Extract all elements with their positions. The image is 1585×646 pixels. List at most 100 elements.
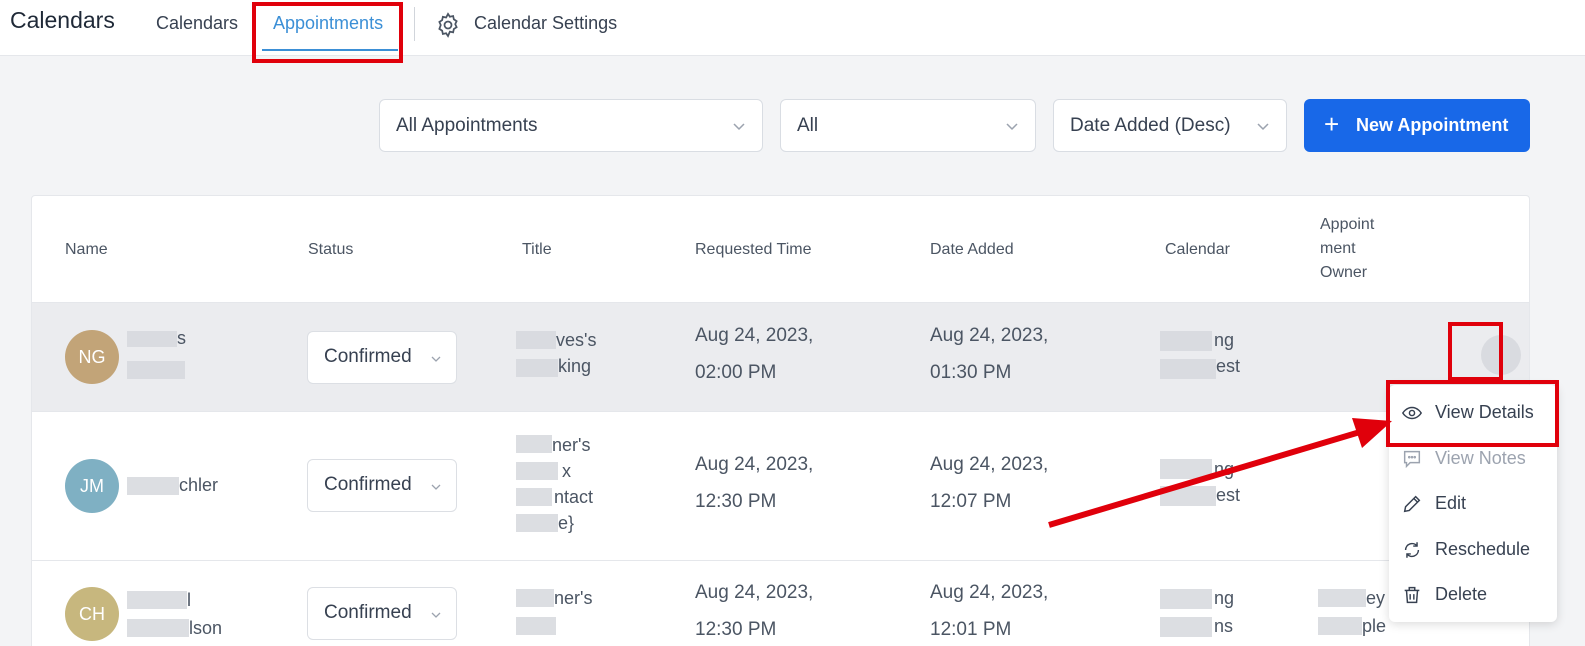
appointments-filter-value: All Appointments [396,115,538,136]
column-header-calendar[interactable]: Calendar [1165,241,1230,259]
requested-time: 12:30 PM [695,619,777,640]
menu-item-reschedule[interactable]: Reschedule [1389,530,1557,570]
date-added-time: 12:07 PM [930,491,1012,512]
avatar-initials: JM [80,476,104,496]
redacted-block [1318,589,1366,607]
title-text: e} [558,513,575,533]
trash-icon [1404,586,1420,604]
redacted-block [516,589,554,607]
calendar-text: est [1216,485,1241,505]
redacted-block [1160,486,1216,506]
redacted-block [1160,617,1212,637]
app-title: Calendars [10,7,115,33]
column-header-status[interactable]: Status [308,241,353,259]
redacted-block [1160,459,1212,479]
annotation-box-actions [1448,322,1503,381]
plus-icon: + [1324,109,1340,139]
column-header-appointment-owner[interactable]: Appoint ment Owner [1320,213,1374,285]
redacted-block [127,331,177,347]
tab-calendars[interactable]: Calendars [156,13,238,34]
refresh-icon [1404,542,1420,558]
chevron-down-icon [1006,123,1018,131]
menu-item-edit[interactable]: Edit [1389,484,1557,524]
tab-calendar-settings[interactable]: Calendar Settings [474,13,617,34]
nav-divider [414,7,415,41]
calendar-text: ng [1214,588,1235,608]
notes-icon [1403,450,1421,469]
title-text: ner's [554,588,593,608]
owner-header-line: Appoint [1320,216,1375,233]
redacted-block [127,619,189,637]
avatar-initials: CH [79,604,105,624]
pencil-icon [1403,495,1421,513]
status-filter-value: All [797,115,819,136]
requested-time: 12:30 PM [695,491,777,512]
chevron-down-icon [431,484,441,490]
avatar-initials: NG [78,347,106,367]
column-header-requested-time[interactable]: Requested Time [695,241,812,259]
date-added-date: Aug 24, 2023, [930,454,1049,475]
status-value: Confirmed [324,474,412,495]
column-header-name[interactable]: Name [65,241,108,259]
chevron-down-icon [1257,123,1269,131]
date-added-date: Aug 24, 2023, [930,582,1049,603]
table-row[interactable]: JM chler Confirmed ner's x ntact e} Aug … [32,411,1529,560]
sort-select[interactable]: Date Added (Desc) [1053,99,1287,152]
sort-value: Date Added (Desc) [1070,115,1231,136]
redacted-block [1160,589,1212,609]
name-text: lson [189,618,223,638]
new-appointment-button[interactable]: + New Appointment [1304,99,1530,152]
requested-date: Aug 24, 2023, [695,325,814,346]
calendar-text: ns [1214,616,1234,636]
chevron-down-icon [733,123,745,131]
date-added-time: 12:01 PM [930,619,1012,640]
avatar: NG [65,330,119,384]
title-text: ntact [554,487,594,507]
menu-item-delete[interactable]: Delete [1389,575,1557,615]
requested-date: Aug 24, 2023, [695,582,814,603]
redacted-block [1318,617,1362,635]
redacted-block [516,331,556,349]
redacted-block [516,359,558,377]
date-added-time: 01:30 PM [930,362,1012,383]
status-value: Confirmed [324,346,412,367]
redacted-block [1160,331,1212,351]
redacted-block [127,591,187,609]
annotation-box-view-details [1386,380,1559,447]
redacted-block [127,477,179,495]
redacted-block [127,361,185,379]
chevron-down-icon [431,612,441,618]
title-text: ves's [556,330,597,350]
avatar: CH [65,587,119,641]
name-text: chler [179,475,219,495]
calendar-text: est [1216,356,1241,376]
table-row[interactable]: CH l lson Confirmed ner's Aug 24, 2023, … [32,560,1529,646]
column-header-title[interactable]: Title [522,241,552,259]
column-header-date-added[interactable]: Date Added [930,241,1014,259]
title-text: x [562,461,571,481]
requested-date: Aug 24, 2023, [695,454,814,475]
status-select[interactable]: Confirmed [307,459,457,512]
redacted-block [1160,359,1216,379]
annotation-box-appointments-tab [252,2,403,63]
menu-item-label: Reschedule [1435,539,1531,559]
redacted-block [516,488,552,506]
redacted-block [516,617,556,635]
title-text: ner's [552,435,591,455]
requested-time: 02:00 PM [695,362,777,383]
gear-icon[interactable] [434,11,462,39]
owner-header-line: ment [1320,240,1356,257]
redacted-block [516,435,552,453]
table-row[interactable]: NG s Confirmed ves's king Aug 24, 2023, … [32,302,1529,411]
appointments-table: Name Status Title Requested Time Date Ad… [31,195,1530,646]
status-select[interactable]: Confirmed [307,587,457,640]
redacted-block [516,462,558,480]
appointments-filter-select[interactable]: All Appointments [379,99,763,152]
avatar: JM [65,459,119,513]
owner-header-line: Owner [1320,264,1368,281]
status-value: Confirmed [324,602,412,623]
menu-item-label: Delete [1435,584,1488,604]
owner-text: ple [1362,616,1387,636]
status-filter-select[interactable]: All [780,99,1036,152]
status-select[interactable]: Confirmed [307,331,457,384]
